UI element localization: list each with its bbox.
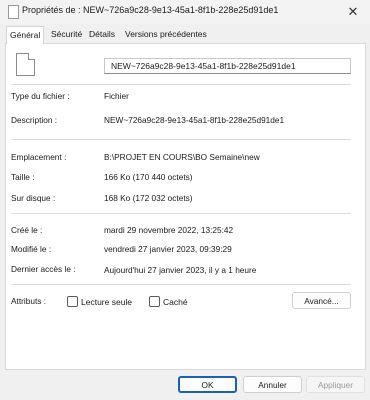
location-label: Emplacement : — [11, 152, 67, 162]
close-button[interactable]: ✕ — [336, 0, 370, 24]
hidden-checkbox[interactable]: Caché — [149, 296, 188, 307]
window-title: Propriétés de : NEW~726a9c28-9e13-45a1-8… — [22, 5, 279, 15]
divider — [11, 213, 351, 214]
title-bar: Propriétés de : NEW~726a9c28-9e13-45a1-8… — [0, 0, 370, 24]
tab-details[interactable]: Détails — [86, 27, 118, 42]
readonly-checkbox[interactable]: Lecture seule — [67, 296, 132, 307]
location-value: B:\PROJET EN COURS\BO Semaine\new — [104, 152, 260, 162]
modified-value: vendredi 27 janvier 2023, 09:39:29 — [104, 244, 232, 254]
accessed-label: Dernier accès le : — [11, 264, 76, 274]
apply-button[interactable]: Appliquer — [306, 376, 365, 393]
file-icon — [8, 5, 19, 19]
disk-size-label: Sur disque : — [11, 193, 56, 203]
cancel-button[interactable]: Annuler — [243, 376, 302, 393]
checkbox-box — [149, 296, 160, 307]
divider — [11, 284, 351, 285]
divider — [11, 139, 351, 140]
created-label: Créé le : — [11, 225, 43, 235]
tab-security[interactable]: Sécurité — [48, 27, 85, 42]
size-value: 166 Ko (170 440 octets) — [104, 172, 193, 182]
hidden-label: Caché — [163, 296, 188, 307]
type-label: Type du fichier : — [11, 91, 70, 101]
created-value: mardi 29 novembre 2022, 13:25:42 — [104, 225, 234, 235]
tab-previous-versions[interactable]: Versions précédentes — [122, 27, 210, 42]
general-panel: Type du fichier : Fichier Description : … — [5, 43, 366, 370]
attributes-label: Attributs : — [11, 296, 47, 306]
advanced-button[interactable]: Avancé... — [292, 292, 351, 309]
divider — [11, 84, 351, 85]
file-large-icon — [16, 53, 35, 76]
disk-size-value: 168 Ko (172 032 octets) — [104, 193, 193, 203]
readonly-label: Lecture seule — [81, 296, 133, 307]
type-value: Fichier — [104, 91, 129, 101]
size-label: Taille : — [11, 172, 35, 182]
close-icon: ✕ — [347, 4, 359, 19]
accessed-value: Aujourd'hui 27 janvier 2023, il y a 1 he… — [104, 265, 257, 275]
description-label: Description : — [11, 115, 58, 125]
ok-button[interactable]: OK — [178, 376, 237, 393]
checkbox-box — [67, 296, 78, 307]
description-value: NEW~726a9c28-9e13-45a1-8f1b-228e25d91de1 — [104, 115, 285, 125]
tab-general[interactable]: Général — [6, 26, 45, 44]
file-name-input[interactable] — [104, 58, 351, 74]
modified-label: Modifié le : — [11, 244, 52, 254]
